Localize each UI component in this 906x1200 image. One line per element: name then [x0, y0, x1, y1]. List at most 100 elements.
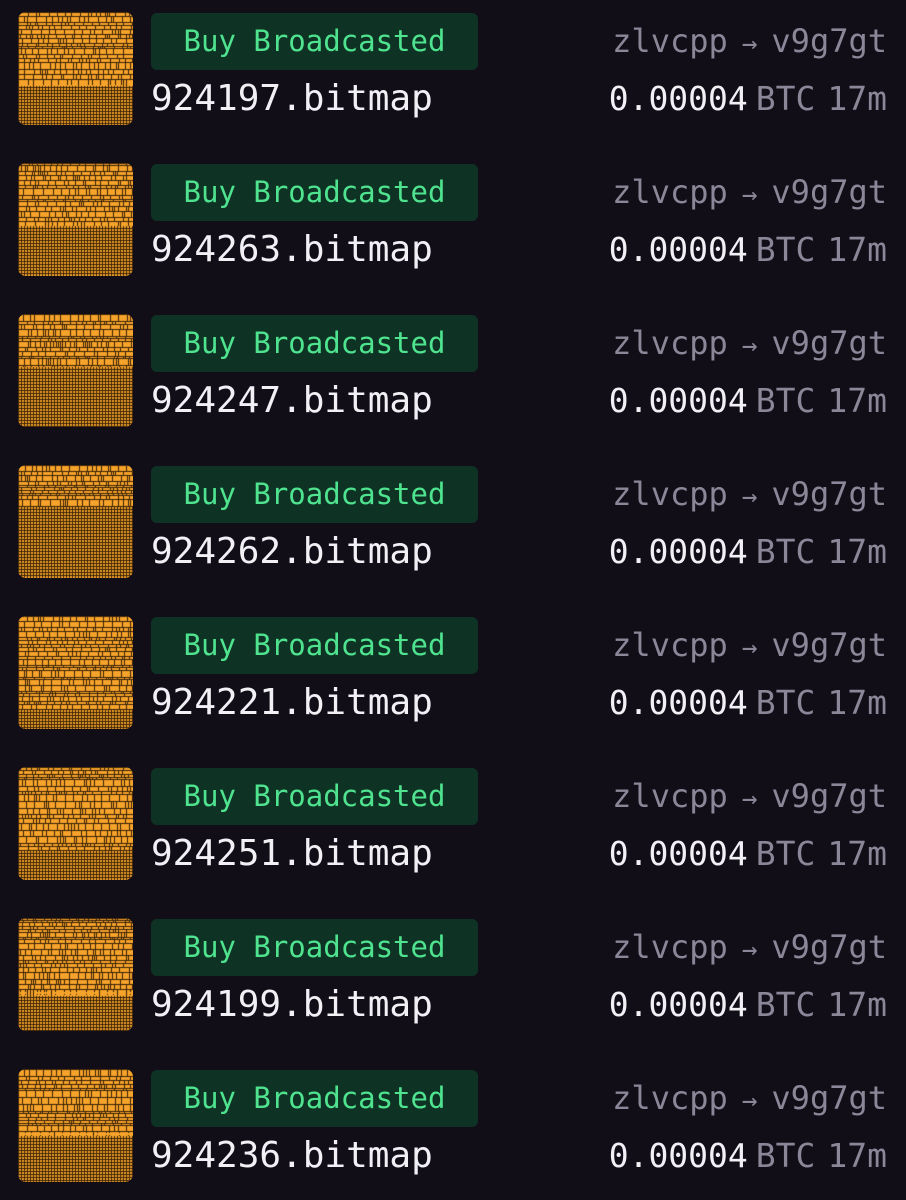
bitmap-name[interactable]: 924247.bitmap — [151, 376, 433, 426]
buyer-address[interactable]: v9g7gt — [771, 173, 887, 211]
transfer-route: zlvcpp → v9g7gt — [612, 620, 887, 673]
price-unit: BTC — [755, 79, 816, 118]
seller-address[interactable]: zlvcpp — [612, 324, 728, 362]
bitmap-name[interactable]: 924197.bitmap — [151, 74, 433, 124]
arrow-right-icon: → — [741, 633, 758, 663]
transfer-route: zlvcpp → v9g7gt — [612, 1073, 887, 1126]
price-info: 0.00004 BTC 17m — [609, 376, 887, 426]
price-unit: BTC — [755, 985, 816, 1024]
arrow-right-icon: → — [741, 1086, 758, 1116]
buyer-address[interactable]: v9g7gt — [771, 777, 887, 815]
time-ago: 17m — [827, 230, 887, 269]
time-ago: 17m — [827, 1136, 887, 1175]
transfer-route: zlvcpp → v9g7gt — [612, 469, 887, 522]
price-amount: 0.00004 — [608, 834, 748, 873]
price-info: 0.00004 BTC 17m — [609, 74, 887, 124]
arrow-right-icon: → — [741, 482, 758, 512]
transfer-route: zlvcpp → v9g7gt — [612, 167, 887, 220]
arrow-right-icon: → — [741, 935, 758, 965]
price-amount: 0.00004 — [608, 79, 748, 118]
activity-row[interactable]: Buy Broadcasted 924263.bitmap zlvcpp → v9g… — [0, 151, 906, 301]
arrow-right-icon: → — [741, 29, 758, 59]
price-info: 0.00004 BTC 17m — [609, 678, 887, 728]
arrow-right-icon: → — [741, 331, 758, 361]
bitmap-thumbnail[interactable] — [18, 12, 133, 125]
activity-row[interactable]: Buy Broadcasted 924199.bitmap zlvcpp → v9g… — [0, 906, 906, 1056]
activity-row[interactable]: Buy Broadcasted 924251.bitmap zlvcpp → v9g… — [0, 755, 906, 905]
price-unit: BTC — [755, 834, 816, 873]
bitmap-thumbnail[interactable] — [18, 616, 133, 729]
bitmap-thumbnail[interactable] — [18, 314, 133, 427]
price-unit: BTC — [755, 1136, 816, 1175]
price-unit: BTC — [755, 683, 816, 722]
price-info: 0.00004 BTC 17m — [609, 527, 887, 577]
bitmap-thumbnail[interactable] — [18, 163, 133, 276]
bitmap-name[interactable]: 924262.bitmap — [151, 527, 433, 577]
bitmap-name[interactable]: 924236.bitmap — [151, 1131, 433, 1181]
bitmap-name[interactable]: 924251.bitmap — [151, 829, 433, 879]
transfer-route: zlvcpp → v9g7gt — [612, 318, 887, 371]
price-info: 0.00004 BTC 17m — [609, 829, 887, 879]
seller-address[interactable]: zlvcpp — [612, 777, 728, 815]
activity-row[interactable]: Buy Broadcasted 924221.bitmap zlvcpp → v9g… — [0, 604, 906, 754]
buyer-address[interactable]: v9g7gt — [771, 1079, 887, 1117]
time-ago: 17m — [827, 532, 887, 571]
price-unit: BTC — [755, 532, 816, 571]
activity-row[interactable]: Buy Broadcasted 924262.bitmap zlvcpp → v9g… — [0, 453, 906, 603]
bitmap-name[interactable]: 924221.bitmap — [151, 678, 433, 728]
arrow-right-icon: → — [741, 180, 758, 210]
buyer-address[interactable]: v9g7gt — [771, 22, 887, 60]
arrow-right-icon: → — [741, 784, 758, 814]
bitmap-name[interactable]: 924199.bitmap — [151, 980, 433, 1030]
price-amount: 0.00004 — [608, 230, 748, 269]
seller-address[interactable]: zlvcpp — [612, 1079, 728, 1117]
bitmap-thumbnail[interactable] — [18, 465, 133, 578]
buyer-address[interactable]: v9g7gt — [771, 928, 887, 966]
seller-address[interactable]: zlvcpp — [612, 626, 728, 664]
time-ago: 17m — [827, 834, 887, 873]
price-amount: 0.00004 — [608, 1136, 748, 1175]
bitmap-thumbnail[interactable] — [18, 767, 133, 880]
bitmap-mosaic-icon — [18, 12, 133, 125]
status-badge: Buy Broadcasted — [151, 1070, 478, 1127]
bitmap-name[interactable]: 924263.bitmap — [151, 225, 433, 275]
status-badge: Buy Broadcasted — [151, 164, 478, 221]
activity-row[interactable]: Buy Broadcasted 924197.bitmap zlvcpp → v9g… — [0, 0, 906, 150]
price-unit: BTC — [755, 230, 816, 269]
transfer-route: zlvcpp → v9g7gt — [612, 16, 887, 69]
bitmap-thumbnail[interactable] — [18, 1069, 133, 1182]
price-amount: 0.00004 — [608, 381, 748, 420]
status-badge: Buy Broadcasted — [151, 768, 478, 825]
price-amount: 0.00004 — [608, 985, 748, 1024]
activity-row[interactable]: Buy Broadcasted 924236.bitmap zlvcpp → v9g… — [0, 1057, 906, 1200]
seller-address[interactable]: zlvcpp — [612, 173, 728, 211]
time-ago: 17m — [827, 683, 887, 722]
time-ago: 17m — [827, 985, 887, 1024]
time-ago: 17m — [827, 79, 887, 118]
seller-address[interactable]: zlvcpp — [612, 475, 728, 513]
price-info: 0.00004 BTC 17m — [609, 1131, 887, 1181]
bitmap-mosaic-icon — [18, 314, 133, 427]
buyer-address[interactable]: v9g7gt — [771, 475, 887, 513]
seller-address[interactable]: zlvcpp — [612, 22, 728, 60]
price-info: 0.00004 BTC 17m — [609, 225, 887, 275]
bitmap-mosaic-icon — [18, 918, 133, 1031]
time-ago: 17m — [827, 381, 887, 420]
status-badge: Buy Broadcasted — [151, 919, 478, 976]
activity-row[interactable]: Buy Broadcasted 924247.bitmap zlvcpp → v9g… — [0, 302, 906, 452]
bitmap-mosaic-icon — [18, 767, 133, 880]
transfer-route: zlvcpp → v9g7gt — [612, 922, 887, 975]
price-amount: 0.00004 — [608, 532, 748, 571]
bitmap-mosaic-icon — [18, 465, 133, 578]
status-badge: Buy Broadcasted — [151, 315, 478, 372]
seller-address[interactable]: zlvcpp — [612, 928, 728, 966]
status-badge: Buy Broadcasted — [151, 13, 478, 70]
price-info: 0.00004 BTC 17m — [609, 980, 887, 1030]
buyer-address[interactable]: v9g7gt — [771, 324, 887, 362]
transfer-route: zlvcpp → v9g7gt — [612, 771, 887, 824]
bitmap-thumbnail[interactable] — [18, 918, 133, 1031]
bitmap-mosaic-icon — [18, 1069, 133, 1182]
buyer-address[interactable]: v9g7gt — [771, 626, 887, 664]
price-unit: BTC — [755, 381, 816, 420]
activity-list: Buy Broadcasted 924197.bitmap zlvcpp → v9g… — [0, 0, 906, 1200]
